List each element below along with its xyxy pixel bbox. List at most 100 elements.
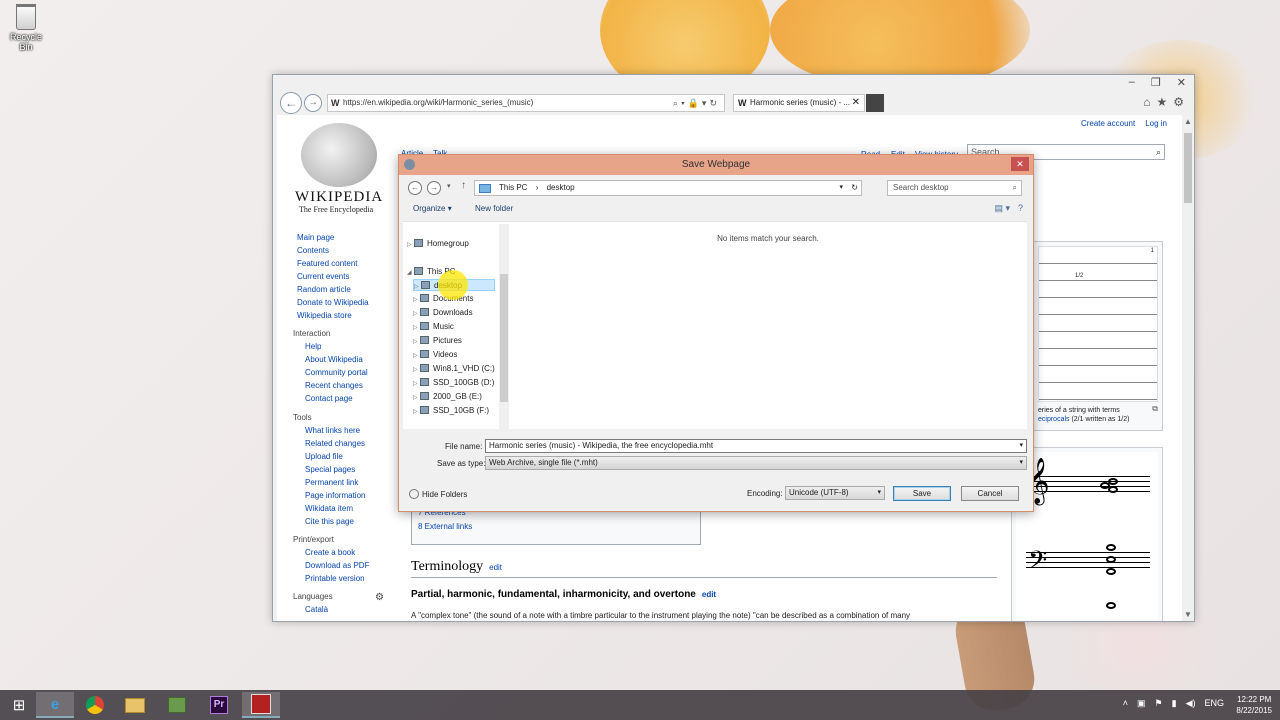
address-bar[interactable]: W https://en.wikipedia.org/wiki/Harmonic… [327, 94, 725, 112]
save-button[interactable]: Save [893, 486, 951, 501]
save-as-type-select[interactable]: Web Archive, single file (*.mht) ▾ [485, 456, 1027, 470]
collapse-arrow-icon[interactable]: ◢ [407, 267, 414, 279]
expand-arrow-icon[interactable]: ▷ [413, 392, 420, 404]
music-notation-image[interactable]: 𝄞 𝄢 [1016, 452, 1158, 620]
taskbar-file-explorer[interactable] [116, 692, 154, 718]
dialog-titlebar[interactable]: Save Webpage ✕ [399, 155, 1033, 175]
expand-arrow-icon[interactable]: ▷ [414, 281, 421, 293]
tree-item-drive-d[interactable]: ▷ SSD_100GB (D:) [413, 377, 494, 389]
settings-gear-icon[interactable]: ⚙ [1173, 95, 1184, 109]
network-icon[interactable]: ▮ [1172, 698, 1177, 709]
taskbar-app-green[interactable] [158, 692, 196, 718]
sidebar-featured-content[interactable]: Featured content [297, 259, 357, 268]
search-icon[interactable]: ⌕ [1013, 181, 1017, 195]
favorites-star-icon[interactable]: ★ [1156, 95, 1167, 109]
back-button[interactable]: ← [280, 92, 302, 114]
sidebar-contact-page[interactable]: Contact page [305, 394, 353, 403]
breadcrumb-desktop[interactable]: desktop [547, 183, 575, 192]
tree-item-drive-f[interactable]: ▷ SSD_10GB (F:) [413, 405, 489, 417]
sidebar-donate[interactable]: Donate to Wikipedia [297, 298, 369, 307]
sidebar-upload-file[interactable]: Upload file [305, 452, 343, 461]
file-name-input[interactable]: Harmonic series (music) - Wikipedia, the… [485, 439, 1027, 453]
search-icon[interactable]: ⌕ [1156, 145, 1161, 159]
section-edit-link[interactable]: edit [489, 563, 502, 572]
expand-arrow-icon[interactable]: ▷ [413, 378, 420, 390]
tree-item-drive-e[interactable]: ▷ 2000_GB (E:) [413, 391, 482, 403]
sidebar-special-pages[interactable]: Special pages [305, 465, 355, 474]
expand-arrow-icon[interactable]: ▷ [413, 336, 420, 348]
expand-arrow-icon[interactable]: ▷ [413, 322, 420, 334]
enlarge-icon[interactable]: ⧉ [1152, 404, 1158, 414]
tray-up-arrow-icon[interactable]: ˄ [1123, 698, 1128, 709]
tree-item-pictures[interactable]: ▷ Pictures [413, 335, 462, 347]
dialog-search-input[interactable]: Search desktop ⌕ [887, 180, 1022, 196]
tree-item-videos[interactable]: ▷ Videos [413, 349, 457, 361]
expand-arrow-icon[interactable]: ▷ [413, 364, 420, 376]
breadcrumb-this-pc[interactable]: This PC [499, 183, 527, 192]
scroll-up-icon[interactable]: ▲ [1182, 117, 1194, 126]
sidebar-download-pdf[interactable]: Download as PDF [305, 561, 369, 570]
dialog-close-button[interactable]: ✕ [1011, 157, 1029, 171]
sidebar-about[interactable]: About Wikipedia [305, 355, 363, 364]
sidebar-cite-page[interactable]: Cite this page [305, 517, 354, 526]
start-button[interactable]: ⊞ [0, 692, 38, 718]
cancel-button[interactable]: Cancel [961, 486, 1019, 501]
tray-app-icon[interactable]: ▣ [1137, 698, 1146, 709]
sidebar-related-changes[interactable]: Related changes [305, 439, 365, 448]
new-tab-button[interactable] [866, 94, 884, 112]
scroll-down-icon[interactable]: ▼ [1182, 610, 1194, 619]
up-arrow-icon[interactable]: ↑ [461, 180, 466, 191]
tree-item-drive-c[interactable]: ▷ Win8.1_VHD (C:) [413, 363, 495, 375]
dialog-forward-button[interactable]: → [427, 181, 441, 195]
sidebar-printable-version[interactable]: Printable version [305, 574, 365, 583]
caption-reciprocals-link[interactable]: eciprocals [1038, 416, 1070, 423]
address-bar-icons[interactable]: ⌕▾🔒▾↻ [673, 95, 720, 111]
breadcrumb[interactable]: This PC › desktop ▾ ↻ [474, 180, 862, 196]
chevron-down-icon[interactable]: ▾ [877, 487, 881, 499]
home-icon[interactable]: ⌂ [1143, 95, 1150, 109]
sidebar-language-catala[interactable]: Català [305, 605, 328, 614]
scroll-thumb[interactable] [1184, 133, 1192, 203]
chevron-down-icon[interactable]: ▾ [839, 181, 843, 195]
chevron-down-icon[interactable]: ▾ [1019, 440, 1023, 452]
sidebar-random-article[interactable]: Random article [297, 285, 351, 294]
tree-item-downloads[interactable]: ▷ Downloads [413, 307, 473, 319]
close-tab-icon[interactable]: ✕ [852, 95, 860, 111]
string-harmonics-image[interactable]: 1 1/2 [1038, 246, 1158, 402]
expand-arrow-icon[interactable]: ▷ [413, 350, 420, 362]
taskbar-recorder[interactable] [242, 692, 280, 718]
sidebar-wikidata-item[interactable]: Wikidata item [305, 504, 353, 513]
chevron-down-icon[interactable]: ▾ [1019, 457, 1023, 469]
subsection-edit-link[interactable]: edit [702, 590, 716, 599]
refresh-icon[interactable]: ↻ [851, 181, 858, 195]
sidebar-community-portal[interactable]: Community portal [305, 368, 368, 377]
expand-arrow-icon[interactable]: ▷ [413, 308, 420, 320]
dialog-back-button[interactable]: ← [408, 181, 422, 195]
taskbar-chrome[interactable] [76, 692, 114, 718]
expand-arrow-icon[interactable]: ▷ [413, 406, 420, 418]
sidebar-store[interactable]: Wikipedia store [297, 311, 352, 320]
log-in-link[interactable]: Log in [1145, 119, 1167, 128]
hide-folders-toggle[interactable]: Hide Folders [409, 489, 467, 499]
toc-item-external-links[interactable]: 8 External links [418, 522, 472, 531]
expand-arrow-icon[interactable]: ▷ [413, 294, 420, 306]
forward-button[interactable]: → [304, 94, 322, 112]
browser-tab[interactable]: W Harmonic series (music) - ... ✕ [733, 94, 865, 112]
sidebar-create-book[interactable]: Create a book [305, 548, 355, 557]
create-account-link[interactable]: Create account [1081, 119, 1135, 128]
language-settings-gear-icon[interactable]: ⚙ [375, 592, 384, 603]
encoding-select[interactable]: Unicode (UTF-8) ▾ [785, 486, 885, 500]
sidebar-help[interactable]: Help [305, 342, 321, 351]
organize-menu[interactable]: Organize ▾ [413, 204, 452, 213]
action-center-flag-icon[interactable]: ⚑ [1155, 698, 1163, 709]
tree-scroll-thumb[interactable] [500, 274, 508, 402]
sidebar-recent-changes[interactable]: Recent changes [305, 381, 363, 390]
maximize-button[interactable]: ❐ [1151, 76, 1161, 89]
sidebar-what-links-here[interactable]: What links here [305, 426, 360, 435]
sidebar-main-page[interactable]: Main page [297, 233, 334, 242]
taskbar-premiere[interactable]: Pr [200, 692, 238, 718]
taskbar-clock[interactable]: 12:22 PM 8/22/2015 [1236, 694, 1272, 716]
minimize-button[interactable]: – [1129, 76, 1135, 89]
close-window-button[interactable]: ✕ [1177, 76, 1186, 89]
new-folder-button[interactable]: New folder [475, 204, 513, 213]
